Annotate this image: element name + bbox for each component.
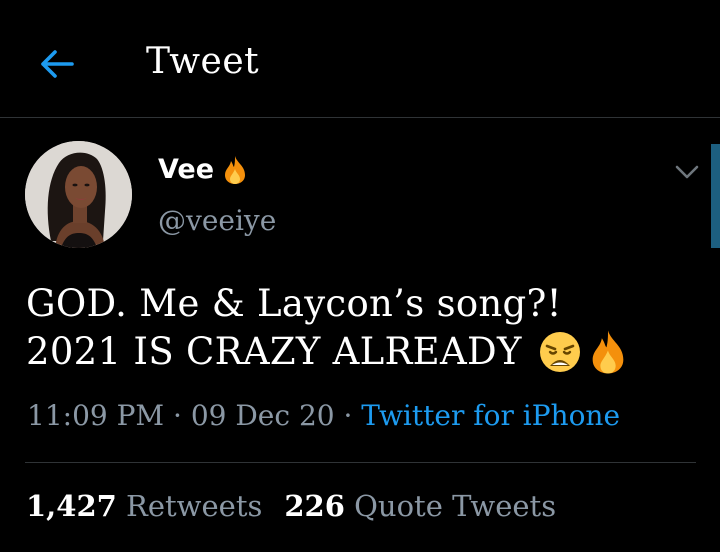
tweet-date: 09 Dec 20 <box>190 399 335 432</box>
tweet-line: GOD. Me & Laycon’s song?! <box>26 280 706 328</box>
scrollbar-thumb[interactable] <box>711 144 720 248</box>
quote-tweets-stat[interactable]: 226 Quote Tweets <box>284 489 556 523</box>
fire-icon <box>592 330 624 374</box>
retweets-label: Retweets <box>126 489 263 523</box>
back-button[interactable] <box>36 44 76 84</box>
author-handle[interactable]: @veeiye <box>158 204 276 237</box>
tweet-line-1: GOD. Me & Laycon’s song?! <box>26 282 562 325</box>
meta-separator: · <box>164 399 191 432</box>
meta-separator: · <box>334 399 362 432</box>
avatar[interactable] <box>25 141 132 248</box>
author-name-row[interactable]: Vee <box>158 154 248 185</box>
page-title: Tweet <box>146 41 260 82</box>
tweet-line: 2021 IS CRAZY ALREADY <box>26 328 706 376</box>
fire-icon <box>225 155 246 184</box>
arrow-left-icon <box>41 50 74 78</box>
retweets-stat[interactable]: 1,427 Retweets <box>26 489 262 523</box>
quote-count: 226 <box>284 489 345 523</box>
tweet-line-2: 2021 IS CRAZY ALREADY <box>26 330 522 373</box>
weary-face-icon <box>539 332 580 372</box>
quote-tweets-label: Quote Tweets <box>354 489 557 523</box>
retweet-count: 1,427 <box>26 489 117 523</box>
tweet-time: 11:09 PM <box>27 399 165 432</box>
tweet-meta: 11:09 PM · 09 Dec 20 · Twitter for iPhon… <box>27 399 620 432</box>
divider <box>25 462 696 463</box>
profile-photo <box>25 141 132 248</box>
tweet-stats: 1,427 Retweets 226 Quote Tweets <box>26 489 556 523</box>
tweet-source-link[interactable]: Twitter for iPhone <box>361 399 620 432</box>
author-name: Vee <box>158 154 215 185</box>
chevron-down-icon[interactable] <box>674 162 700 182</box>
tweet-text: GOD. Me & Laycon’s song?! 2021 IS CRAZY … <box>26 280 706 376</box>
top-bar: Tweet <box>0 0 720 118</box>
